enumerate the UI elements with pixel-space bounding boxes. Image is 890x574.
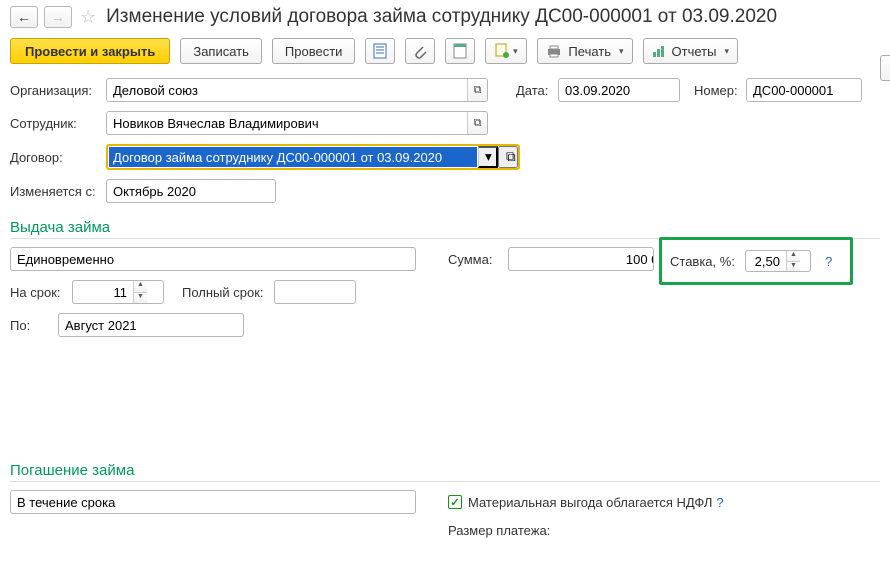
print-button[interactable]: Печать ▾ (537, 38, 632, 64)
full-term-label: Полный срок: (182, 285, 274, 300)
employee-label: Сотрудник: (10, 116, 106, 131)
print-label: Печать (568, 44, 611, 59)
full-term-input (275, 281, 356, 303)
truncated-toolbar-item[interactable] (880, 55, 890, 81)
repay-mode-input[interactable] (11, 491, 415, 513)
sum-label: Сумма: (448, 252, 508, 267)
attach-icon[interactable] (405, 38, 435, 64)
repay-mode-field[interactable] (10, 490, 416, 514)
employee-field[interactable]: ⧉ (106, 111, 488, 135)
contract-field[interactable]: Договор займа сотруднику ДС00-000001 от … (106, 144, 520, 170)
chevron-down-icon: ▾ (619, 46, 624, 57)
nav-forward-button[interactable]: → (44, 6, 72, 28)
post-button[interactable]: Провести (272, 38, 356, 64)
document-icon[interactable] (445, 38, 475, 64)
issue-mode-input[interactable] (11, 248, 415, 270)
spin-down[interactable]: ▼ (787, 261, 800, 272)
contract-label: Договор: (10, 150, 106, 165)
contract-value[interactable]: Договор займа сотруднику ДС00-000001 от … (109, 147, 477, 167)
term-label: На срок: (10, 285, 72, 300)
sum-input[interactable] (509, 248, 654, 270)
date-field[interactable] (558, 78, 680, 102)
page-title: Изменение условий договора займа сотрудн… (106, 6, 777, 28)
till-input[interactable] (59, 314, 244, 336)
changes-from-field[interactable]: ▲ ▼ (106, 179, 276, 203)
changes-from-label: Изменяется с: (10, 184, 106, 199)
number-input[interactable] (747, 79, 862, 101)
full-term-field (274, 280, 356, 304)
ndfl-checkbox[interactable]: ✓ (448, 495, 462, 509)
spin-up[interactable]: ▲ (787, 251, 800, 261)
open-icon[interactable]: ⧉ (467, 112, 487, 134)
org-field[interactable]: ⧉ (106, 78, 488, 102)
ndfl-label: Материальная выгода облагается НДФЛ (468, 495, 712, 510)
date-input[interactable] (559, 79, 680, 101)
dropdown-icon[interactable]: ▾ (478, 146, 498, 168)
rate-field[interactable]: ▲▼ (745, 250, 811, 272)
open-icon[interactable]: ⧉ (467, 79, 487, 101)
chevron-down-icon: ▾ (513, 46, 518, 57)
form-icon[interactable] (365, 38, 395, 64)
number-label: Номер: (694, 83, 746, 98)
favorite-star-icon[interactable]: ☆ (80, 7, 96, 28)
till-label: По: (10, 318, 58, 333)
open-icon[interactable]: ⧉ (498, 146, 518, 168)
term-field[interactable]: ▲▼ (72, 280, 164, 304)
nav-back-button[interactable]: ← (10, 6, 38, 28)
org-input[interactable] (107, 79, 467, 101)
till-field[interactable]: ▲ ▼ (58, 313, 244, 337)
save-button[interactable]: Записать (180, 38, 262, 64)
chevron-down-icon: ▾ (724, 46, 729, 57)
repay-section-title: Погашение займа (10, 462, 880, 482)
help-icon[interactable]: ? (825, 254, 832, 269)
spin-down[interactable]: ▼ (134, 292, 147, 304)
changes-from-input[interactable] (107, 180, 276, 202)
org-label: Организация: (10, 83, 106, 98)
post-and-close-button[interactable]: Провести и закрыть (10, 38, 170, 64)
payment-size-label: Размер платежа: (448, 523, 550, 538)
create-based-on-button[interactable]: ▾ (485, 38, 527, 64)
number-field[interactable] (746, 78, 862, 102)
reports-icon (652, 44, 666, 58)
term-input[interactable] (73, 281, 133, 303)
help-icon[interactable]: ? (716, 495, 723, 510)
rate-input[interactable] (746, 251, 786, 271)
spin-up[interactable]: ▲ (134, 281, 147, 292)
issue-section-title: Выдача займа (10, 219, 880, 239)
date-label: Дата: (516, 83, 558, 98)
highlight-rate-box: Ставка, %: ▲▼ ? (659, 237, 853, 285)
reports-button[interactable]: Отчеты ▾ (643, 38, 738, 64)
sum-field[interactable] (508, 247, 654, 271)
employee-input[interactable] (107, 112, 467, 134)
printer-icon (546, 44, 562, 58)
issue-mode-field[interactable] (10, 247, 416, 271)
reports-label: Отчеты (672, 44, 717, 59)
rate-label: Ставка, %: (670, 254, 735, 269)
